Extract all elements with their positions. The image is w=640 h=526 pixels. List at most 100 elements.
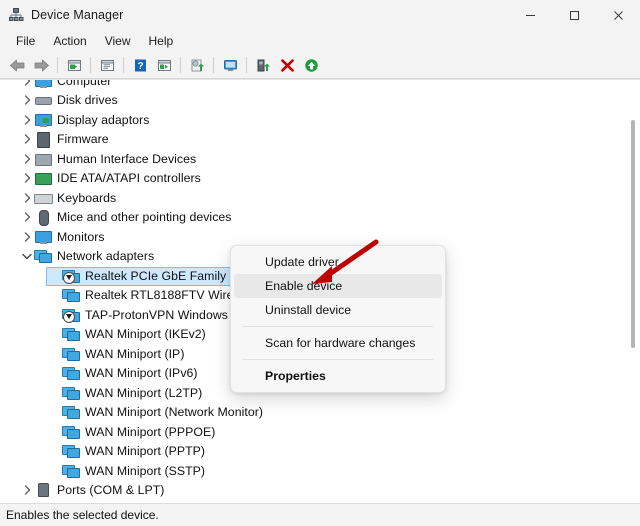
tree-item[interactable]: IDE ATA/ATAPI controllers (0, 169, 640, 189)
network-disabled-icon (62, 307, 80, 323)
tree-item[interactable]: Ports (COM & LPT) (0, 481, 640, 501)
window-title: Device Manager (31, 8, 124, 22)
update-driver-green-icon[interactable] (300, 54, 322, 76)
tree-item[interactable]: Keyboards (0, 188, 640, 208)
forward-icon[interactable] (30, 54, 52, 76)
network-icon (62, 326, 80, 342)
tree-item[interactable]: Print queues (0, 500, 640, 504)
svg-text:?: ? (137, 61, 143, 72)
context-menu-item[interactable]: Scan for hardware changes (234, 331, 442, 355)
scrollbar-thumb[interactable] (631, 120, 635, 348)
show-hidden-devices-icon[interactable] (96, 54, 118, 76)
tree-item-label: WAN Miniport (IPv6) (85, 366, 198, 381)
title-bar: Device Manager (0, 0, 640, 30)
chevron-right-icon[interactable] (20, 485, 34, 495)
uninstall-device-icon[interactable] (276, 54, 298, 76)
network-icon (62, 463, 80, 479)
chevron-right-icon[interactable] (20, 115, 34, 125)
device-manager-icon (8, 7, 24, 23)
close-button[interactable] (596, 0, 640, 30)
tree-item-label: WAN Miniport (PPTP) (85, 444, 206, 459)
menu-help[interactable]: Help (140, 32, 183, 50)
tree-item[interactable]: Display adaptors (0, 110, 640, 130)
update-driver-icon[interactable] (153, 54, 175, 76)
tree-item-label: WAN Miniport (IKEv2) (85, 327, 206, 342)
status-bar: Enables the selected device. (0, 503, 640, 526)
properties-icon[interactable] (63, 54, 85, 76)
chevron-right-icon[interactable] (20, 154, 34, 164)
tree-item-label: Human Interface Devices (57, 151, 197, 166)
tree-item[interactable]: Firmware (0, 130, 640, 150)
menu-action[interactable]: Action (44, 32, 95, 50)
vertical-scrollbar[interactable] (628, 82, 638, 501)
status-text: Enables the selected device. (6, 508, 159, 522)
chevron-right-icon[interactable] (20, 193, 34, 203)
toolbar-separator (57, 57, 58, 73)
network-icon (62, 346, 80, 362)
tree-item-label: Mice and other pointing devices (57, 210, 232, 225)
tree-item[interactable]: Monitors (0, 227, 640, 247)
context-menu[interactable]: Update driver Enable device Uninstall devi… (230, 245, 446, 393)
back-icon[interactable] (6, 54, 28, 76)
chevron-right-icon[interactable] (20, 80, 34, 86)
toolbar-separator (213, 57, 214, 73)
help-icon[interactable]: ? (129, 54, 151, 76)
tree-item-label: Display adaptors (57, 112, 150, 127)
network-icon (62, 365, 80, 381)
display-icon[interactable] (219, 54, 241, 76)
network-adapter-icon (34, 248, 52, 264)
tree-item[interactable]: Computer (0, 79, 640, 91)
firmware-icon (34, 131, 52, 149)
chevron-right-icon[interactable] (20, 134, 34, 144)
scan-hardware-changes-icon[interactable] (186, 54, 208, 76)
toolbar: ? (0, 52, 640, 79)
tree-item-label: WAN Miniport (Network Monitor) (85, 405, 264, 420)
menu-separator (243, 326, 433, 327)
printer-icon (34, 502, 52, 503)
maximize-button[interactable] (552, 0, 596, 30)
port-icon (34, 482, 52, 498)
tree-item-label: Computer (57, 79, 112, 88)
tree-item-label: Disk drives (57, 93, 118, 108)
context-menu-item[interactable]: Properties (234, 364, 442, 388)
tree-item[interactable]: Human Interface Devices (0, 149, 640, 169)
mouse-icon (34, 209, 52, 227)
chevron-right-icon[interactable] (20, 95, 34, 105)
chevron-right-icon[interactable] (20, 212, 34, 222)
menu-separator (243, 359, 433, 360)
tree-item[interactable]: Disk drives (0, 91, 640, 111)
chevron-down-icon[interactable] (20, 253, 34, 260)
chevron-right-icon[interactable] (20, 232, 34, 242)
network-icon (62, 385, 80, 401)
toolbar-separator (90, 57, 91, 73)
tree-item[interactable]: Mice and other pointing devices (0, 208, 640, 228)
tree-item[interactable]: WAN Miniport (Network Monitor) (0, 403, 640, 423)
tree-item-label: WAN Miniport (L2TP) (85, 385, 203, 400)
minimize-button[interactable] (508, 0, 552, 30)
tree-item-label: Network adapters (57, 249, 155, 264)
network-disabled-icon (62, 268, 80, 284)
tree-item-label: Ports (COM & LPT) (57, 483, 165, 498)
tree-item-label: WAN Miniport (PPPOE) (85, 424, 216, 439)
tree-item[interactable]: WAN Miniport (PPPOE) (0, 422, 640, 442)
network-icon (62, 404, 80, 420)
device-manager-window: Device Manager File Action View Help ? C… (0, 0, 640, 526)
tree-item-label: Firmware (57, 132, 109, 147)
context-menu-item[interactable]: Update driver (234, 250, 442, 274)
tree-item-label: Monitors (57, 229, 105, 244)
toolbar-separator (123, 57, 124, 73)
enable-device-icon[interactable] (252, 54, 274, 76)
ide-controller-icon (34, 170, 52, 186)
chevron-right-icon[interactable] (20, 173, 34, 183)
menu-bar: File Action View Help (0, 30, 640, 52)
display-adapter-icon (34, 112, 52, 128)
menu-file[interactable]: File (7, 32, 44, 50)
menu-view[interactable]: View (96, 32, 140, 50)
context-menu-item[interactable]: Uninstall device (234, 298, 442, 322)
tree-item[interactable]: WAN Miniport (SSTP) (0, 461, 640, 481)
toolbar-separator (180, 57, 181, 73)
tree-item[interactable]: WAN Miniport (PPTP) (0, 442, 640, 462)
context-menu-item[interactable]: Enable device (234, 274, 442, 298)
tree-item-label: WAN Miniport (SSTP) (85, 463, 206, 478)
toolbar-separator (246, 57, 247, 73)
